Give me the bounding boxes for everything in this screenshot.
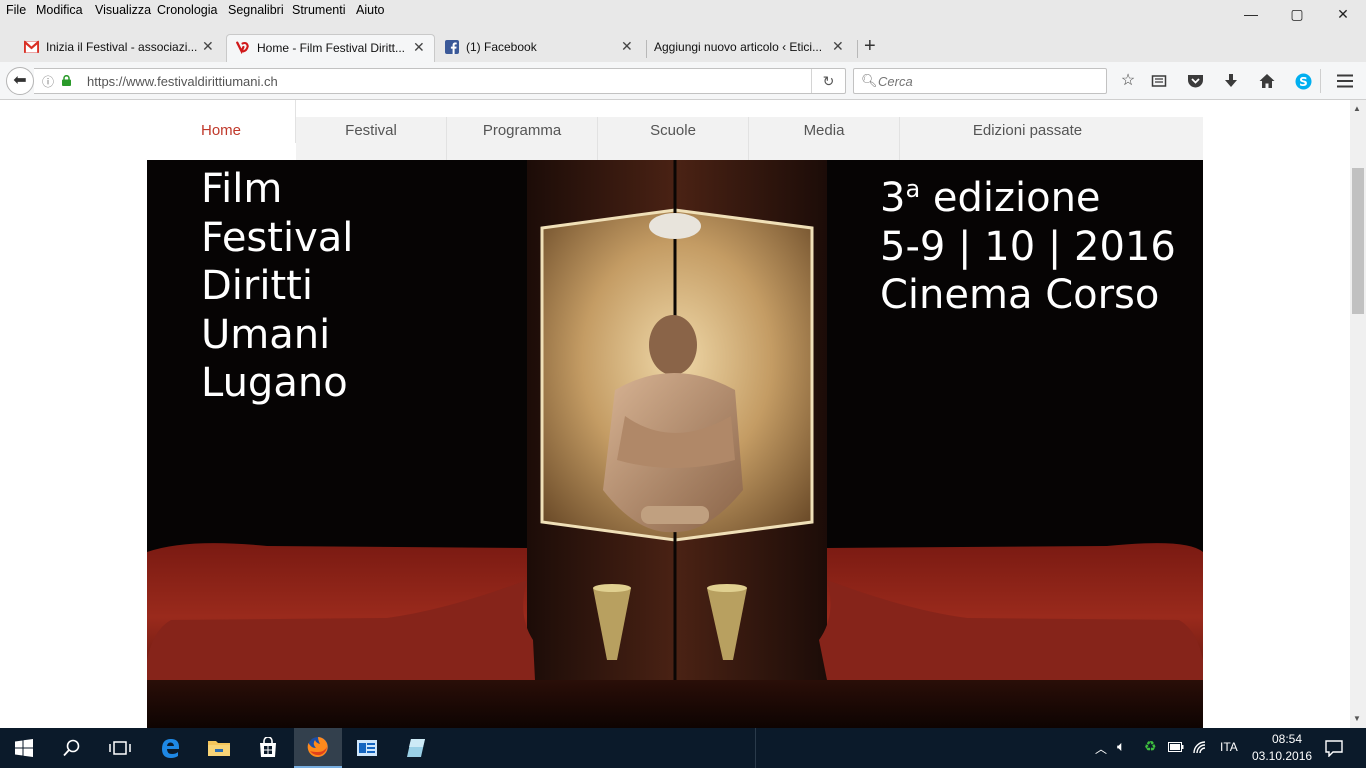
tab-title: Aggiungi nuovo articolo ‹ Etici... [654,40,823,54]
download-icon[interactable] [1220,70,1242,92]
hamburger-menu-icon[interactable] [1334,70,1356,92]
lock-icon[interactable] [62,75,71,86]
tab-separator [646,40,647,58]
title-line: Lugano [201,360,348,406]
scroll-up-icon[interactable]: ▲ [1353,104,1361,113]
tab-film-festival[interactable]: Home - Film Festival Diritt... ✕ [226,34,435,62]
tab-gmail[interactable]: Inizia il Festival - associazi... ✕ [16,34,226,62]
battery-icon[interactable] [1168,741,1184,753]
menu-cronologia[interactable]: Cronologia [157,3,217,17]
tab-title: Home - Film Festival Diritt... [257,41,406,55]
edge-icon[interactable] [146,728,194,768]
svg-text:S: S [1299,75,1308,89]
close-icon[interactable]: ✕ [202,38,214,55]
festival-venue: Cinema Corso [880,272,1160,318]
search-input[interactable] [878,72,1098,90]
title-line: Film [201,166,283,212]
tab-aggiungi-articolo[interactable]: Aggiungi nuovo articolo ‹ Etici... ✕ [648,34,856,62]
nav-scuole[interactable]: Scuole [598,117,749,160]
tab-strip: Inizia il Festival - associazi... ✕ Home… [0,20,1366,62]
title-line: Diritti [201,263,313,309]
festival-dates: 5-9 | 10 | 2016 [880,223,1176,270]
home-icon[interactable] [1256,70,1278,92]
close-icon[interactable]: ✕ [413,39,425,56]
input-language[interactable]: ITA [1220,740,1238,754]
skype-icon[interactable]: S [1292,70,1314,92]
clock-time[interactable]: 08:54 [1263,732,1311,746]
menu-modifica[interactable]: Modifica [36,3,83,17]
ffdul-logo-icon [236,41,249,54]
edition-word: edizione [920,175,1101,221]
nav-festival[interactable]: Festival [296,117,447,160]
close-window-button[interactable]: ✕ [1320,0,1366,30]
menu-strumenti[interactable]: Strumenti [292,3,346,17]
tab-facebook[interactable]: (1) Facebook ✕ [437,34,645,62]
tab-title: (1) Facebook [466,40,537,54]
pocket-icon[interactable] [1184,70,1206,92]
file-explorer-icon[interactable] [195,728,243,768]
tab-title: Inizia il Festival - associazi... [46,40,198,54]
edition-number: 3 [880,175,906,221]
edition-superscript: a [905,175,921,203]
taskbar-separator [755,728,756,768]
store-icon[interactable] [244,728,292,768]
task-view-icon[interactable] [96,728,144,768]
tab-separator [857,40,858,58]
close-icon[interactable]: ✕ [832,38,844,55]
hero-banner: Film Festival Diritti Umani Lugano 3a ed… [147,160,1203,728]
nav-media[interactable]: Media [749,117,900,160]
gmail-icon [24,40,39,53]
title-line: Festival [201,214,354,261]
clock-date[interactable]: 03.10.2016 [1252,749,1312,763]
outlook-icon[interactable] [343,728,391,768]
menu-bar: File Modifica Visualizza Cronologia Segn… [0,0,1366,20]
wifi-icon[interactable] [1193,741,1209,755]
back-button[interactable]: ⬅ [6,67,34,95]
facebook-icon [445,40,459,54]
notes-app-icon[interactable] [392,728,440,768]
menu-visualizza[interactable]: Visualizza [95,3,151,17]
nav-home[interactable]: Home [147,100,296,143]
volume-icon[interactable]: 🔈︎ [1117,738,1125,755]
url-bar[interactable]: ⓘ https://www.festivaldirittiumani.ch ↻ [34,68,846,94]
minimize-button[interactable]: — [1228,0,1274,30]
maximize-button[interactable]: ▢ [1274,0,1320,30]
search-icon[interactable] [48,728,96,768]
start-button[interactable] [0,728,48,768]
menu-segnalibri[interactable]: Segnalibri [228,3,284,17]
windows-logo-icon [15,739,33,757]
festival-title: Film Festival Diritti Umani Lugano [201,165,353,408]
bookmark-star-icon[interactable]: ☆ [1117,70,1139,92]
page-content: Home Festival Programma Scuole Media Edi… [0,100,1350,728]
title-line: Umani [201,311,331,358]
reload-icon[interactable]: ↻ [811,69,845,93]
chevron-up-icon[interactable]: ︿ [1095,740,1107,757]
info-icon[interactable]: ⓘ [42,73,54,90]
sync-icon[interactable]: ♻︎ [1144,738,1157,755]
back-arrow-icon: ⬅ [13,72,27,89]
reading-list-icon[interactable] [1148,70,1170,92]
page-scrollbar[interactable]: ▲ ▼ [1350,100,1366,728]
action-center-icon[interactable] [1325,739,1343,757]
menu-file[interactable]: File [6,3,26,17]
search-bar[interactable]: 🔍︎ [853,68,1107,94]
new-tab-button[interactable]: + [864,35,876,58]
nav-edizioni-passate[interactable]: Edizioni passate [900,117,1155,160]
nav-filler [1155,117,1203,160]
festival-info: 3a edizione 5-9 | 10 | 2016 Cinema Corso [880,165,1176,320]
url-text[interactable]: https://www.festivaldirittiumani.ch [87,74,278,89]
close-icon[interactable]: ✕ [621,38,633,55]
edition-line: 3a edizione [880,165,1176,223]
toolbar-separator [1320,69,1321,93]
menu-aiuto[interactable]: Aiuto [356,3,385,17]
scroll-down-icon[interactable]: ▼ [1353,714,1361,723]
nav-programma[interactable]: Programma [447,117,598,160]
navigation-toolbar: ⓘ https://www.festivaldirittiumani.ch ↻ … [0,62,1366,100]
windows-taskbar: ︿ 🔈︎ ♻︎ ITA 08:54 03.10.2016 [0,728,1366,768]
scrollbar-thumb[interactable] [1352,168,1364,314]
search-icon: 🔍︎ [861,73,878,88]
site-navigation: Home Festival Programma Scuole Media Edi… [147,100,1203,160]
firefox-taskbar-icon[interactable] [294,728,342,768]
